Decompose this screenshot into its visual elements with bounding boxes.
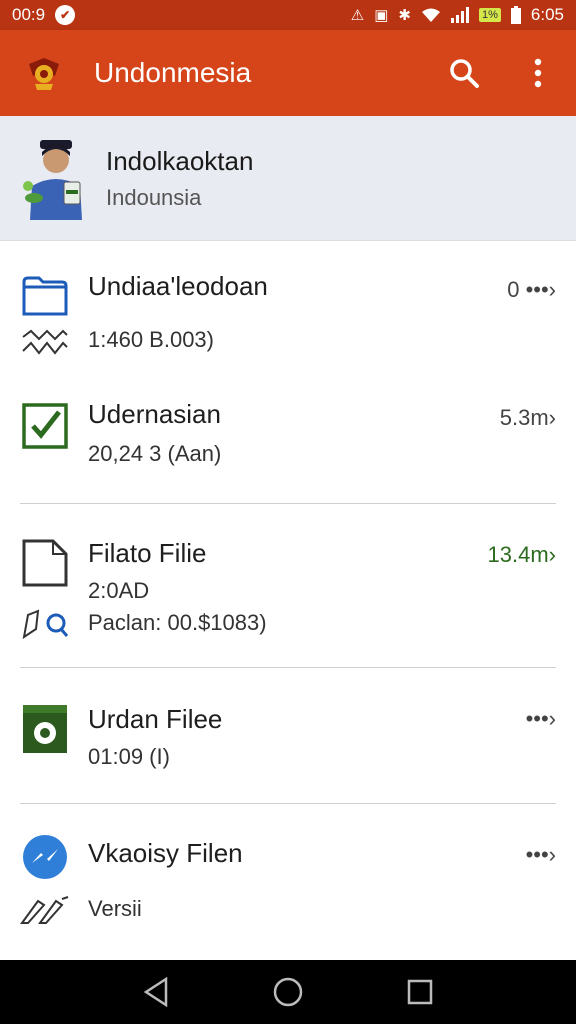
file-title: Undiaa'leodoan — [88, 271, 268, 301]
status-time-right: 6:05 — [530, 5, 564, 24]
file-detail: 20,24 3 (Aan) — [88, 441, 222, 466]
image-icon: ▣ — [374, 7, 389, 24]
app-title: Undonmesia — [94, 57, 252, 88]
document-icon — [20, 538, 70, 588]
list-item-file-3[interactable]: Urdan Filee •••› 01:09 (I) — [0, 668, 576, 803]
file-title: Udernasian — [88, 399, 221, 429]
file-title: Vkaoisy Filen — [88, 838, 243, 868]
search-icon — [450, 59, 479, 88]
avatar — [23, 140, 82, 220]
status-bar: 00:9 ✔ ⚠ ▣ ✱ 1% 6:05 — [0, 0, 576, 30]
file-detail: 1:460 B.003) — [88, 327, 214, 352]
bluetooth-icon: ✱ — [398, 7, 411, 24]
battery-badge: 1% — [479, 8, 501, 22]
file-meta[interactable]: •••› — [526, 706, 556, 732]
profile-header[interactable]: Indolkaoktan Indounsia — [0, 116, 576, 241]
wave-icon — [20, 327, 70, 359]
mute-icon: ⚠ — [350, 7, 365, 24]
list-item-file-2[interactable]: Filato Filie 13.4m› 2:0AD Paclan: 00.$10… — [0, 504, 576, 667]
file-detail: 01:09 (I) — [88, 744, 170, 769]
file-meta[interactable]: 0 •••› — [507, 277, 556, 303]
profile-subtitle: Indounsia — [106, 184, 202, 210]
back-button[interactable] — [136, 972, 176, 1012]
file-detail: Versii — [88, 896, 142, 921]
search-button[interactable] — [446, 55, 482, 91]
pen-icon — [20, 894, 70, 926]
list-item-file-1[interactable]: Udernasian 5.3m› 20,24 3 (Aan) — [0, 369, 576, 503]
profile-name: Indolkaoktan — [106, 145, 254, 176]
file-meta[interactable]: 13.4m› — [488, 542, 556, 568]
file-meta[interactable]: •••› — [526, 842, 556, 868]
list-item-file-4[interactable]: Vkaoisy Filen •••› Versii — [0, 804, 576, 954]
notification-icon: ✔ — [55, 5, 76, 25]
app-bar: Undonmesia — [0, 30, 576, 116]
file-detail-secondary: Paclan: 00.$1083) — [88, 610, 267, 635]
file-meta[interactable]: 5.3m› — [500, 405, 556, 431]
folder-icon — [20, 271, 70, 321]
checkbox-icon — [20, 401, 70, 451]
list-item-file-0[interactable]: Undiaa'leodoan 0 •••› 1:460 B.003) — [0, 241, 576, 369]
tag-search-icon — [20, 608, 70, 640]
recents-button[interactable] — [400, 972, 440, 1012]
signal-icon — [451, 7, 469, 23]
back-icon — [143, 977, 168, 1007]
green-file-icon — [20, 704, 70, 754]
recents-icon — [407, 979, 433, 1005]
messenger-icon — [20, 832, 70, 882]
file-detail: 2:0AD — [88, 578, 150, 603]
more-vert-icon — [534, 58, 542, 88]
status-time-left: 00:9 — [12, 5, 46, 24]
wifi-icon — [422, 8, 440, 22]
file-title: Filato Filie — [88, 538, 207, 568]
home-icon — [273, 977, 303, 1007]
home-button[interactable] — [268, 972, 308, 1012]
file-title: Urdan Filee — [88, 704, 223, 734]
logo-emblem-icon — [20, 49, 68, 97]
battery-icon — [510, 6, 521, 24]
more-options-button[interactable] — [520, 55, 556, 91]
system-nav-bar — [0, 960, 576, 1024]
